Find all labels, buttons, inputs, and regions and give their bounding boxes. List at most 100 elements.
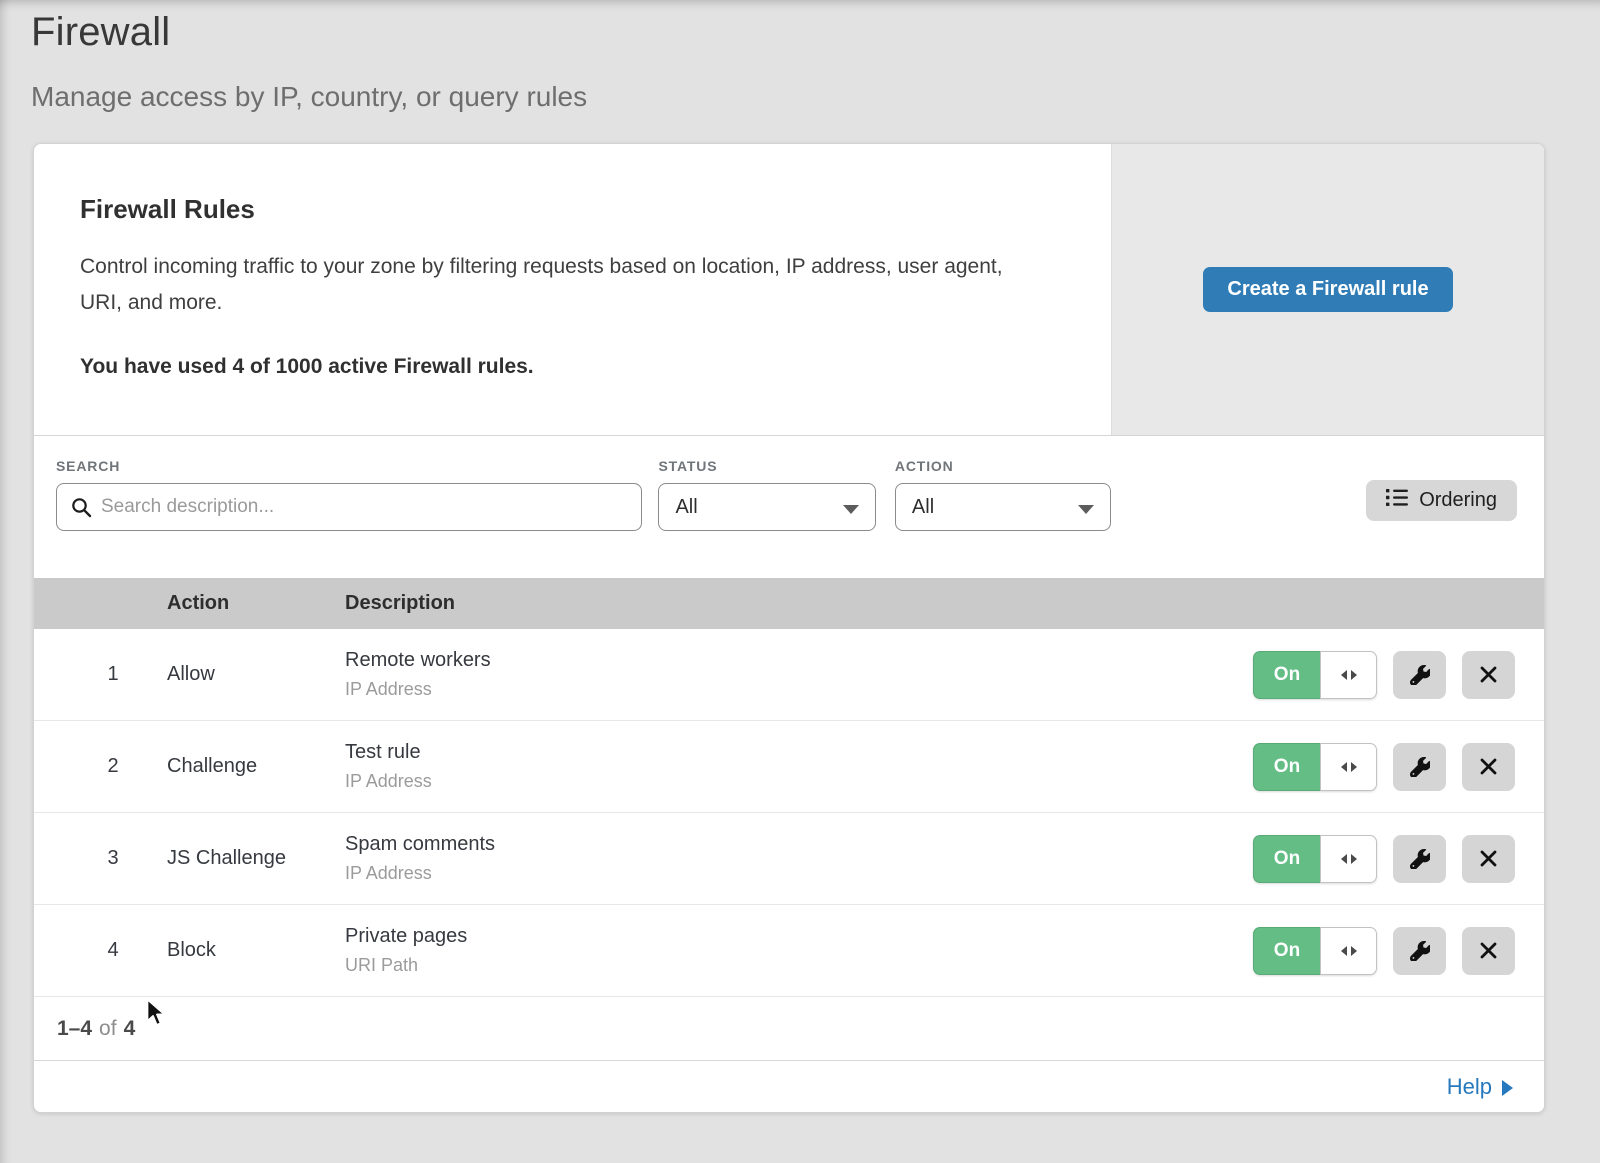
rule-description-cell: Private pages URI Path — [345, 925, 1253, 976]
create-firewall-rule-button[interactable]: Create a Firewall rule — [1203, 267, 1453, 312]
ordering-button[interactable]: Ordering — [1366, 480, 1517, 521]
rule-description-cell: Test rule IP Address — [345, 741, 1253, 792]
table-header: Action Description — [34, 578, 1544, 629]
toggle-handle[interactable] — [1320, 743, 1377, 791]
rule-controls: On — [1253, 927, 1544, 975]
table-row: 3 JS Challenge Spam comments IP Address … — [34, 813, 1544, 905]
status-select[interactable]: All — [658, 483, 876, 531]
rule-match-type: IP Address — [345, 863, 1253, 884]
rule-description: Remote workers — [345, 649, 1253, 672]
action-select[interactable]: All — [895, 483, 1111, 531]
rule-description: Spam comments — [345, 833, 1253, 856]
close-icon — [1479, 849, 1498, 868]
rule-action: Challenge — [167, 755, 345, 778]
wrench-icon — [1410, 849, 1430, 869]
toggle-handle[interactable] — [1320, 651, 1377, 699]
usage-summary: You have used 4 of 1000 active Firewall … — [80, 355, 1071, 379]
ordered-list-icon — [1386, 488, 1408, 513]
toggle-on-label: On — [1253, 927, 1320, 975]
wrench-icon — [1410, 941, 1430, 961]
rule-enabled-toggle[interactable]: On — [1253, 743, 1377, 791]
caret-right-icon — [1502, 1080, 1513, 1096]
firewall-page: Firewall Manage access by IP, country, o… — [0, 0, 1600, 1163]
cta-panel: Create a Firewall rule — [1111, 144, 1544, 435]
left-right-arrows-icon — [1340, 945, 1358, 957]
search-box — [56, 483, 642, 531]
rule-match-type: URI Path — [345, 955, 1253, 976]
delete-rule-button[interactable] — [1462, 743, 1515, 791]
rule-priority: 3 — [34, 847, 167, 870]
search-input[interactable] — [57, 484, 641, 530]
pagination-range: 1–4 — [57, 1017, 92, 1041]
edit-rule-button[interactable] — [1393, 927, 1446, 975]
intro-heading: Firewall Rules — [80, 194, 1071, 225]
rule-description: Private pages — [345, 925, 1253, 948]
rule-match-type: IP Address — [345, 679, 1253, 700]
toggle-handle[interactable] — [1320, 927, 1377, 975]
search-filter-group: SEARCH — [56, 458, 642, 531]
delete-rule-button[interactable] — [1462, 651, 1515, 699]
status-label: STATUS — [658, 458, 876, 474]
close-icon — [1479, 941, 1498, 960]
rule-controls: On — [1253, 835, 1544, 883]
rule-description-cell: Spam comments IP Address — [345, 833, 1253, 884]
firewall-rules-card: Firewall Rules Control incoming traffic … — [33, 143, 1545, 1113]
rule-priority: 1 — [34, 663, 167, 686]
pagination-total: 4 — [124, 1017, 136, 1041]
page-title: Firewall — [31, 10, 1600, 55]
rule-priority: 4 — [34, 939, 167, 962]
help-link-label: Help — [1447, 1074, 1492, 1100]
toggle-on-label: On — [1253, 651, 1320, 699]
action-filter-group: ACTION All — [895, 458, 1111, 531]
close-icon — [1479, 665, 1498, 684]
rule-action: Allow — [167, 663, 345, 686]
status-selected-value: All — [675, 496, 697, 519]
filters-bar: SEARCH STATUS All ACTION All — [34, 436, 1544, 578]
rule-controls: On — [1253, 651, 1544, 699]
delete-rule-button[interactable] — [1462, 927, 1515, 975]
toggle-on-label: On — [1253, 835, 1320, 883]
pagination-of: of — [99, 1017, 117, 1041]
rule-priority: 2 — [34, 755, 167, 778]
intro-description: Control incoming traffic to your zone by… — [80, 249, 1028, 321]
intro-block: Firewall Rules Control incoming traffic … — [34, 144, 1111, 435]
rule-description: Test rule — [345, 741, 1253, 764]
toggle-on-label: On — [1253, 743, 1320, 791]
page-subtitle: Manage access by IP, country, or query r… — [31, 81, 1600, 113]
edit-rule-button[interactable] — [1393, 835, 1446, 883]
toggle-handle[interactable] — [1320, 835, 1377, 883]
wrench-icon — [1410, 757, 1430, 777]
page-header: Firewall Manage access by IP, country, o… — [0, 0, 1600, 113]
edit-rule-button[interactable] — [1393, 651, 1446, 699]
left-right-arrows-icon — [1340, 853, 1358, 865]
card-footer: Help — [34, 1061, 1544, 1112]
rule-action: Block — [167, 939, 345, 962]
search-label: SEARCH — [56, 458, 642, 474]
card-top-section: Firewall Rules Control incoming traffic … — [34, 144, 1544, 436]
rule-enabled-toggle[interactable]: On — [1253, 927, 1377, 975]
table-row: 2 Challenge Test rule IP Address On — [34, 721, 1544, 813]
ordering-button-label: Ordering — [1419, 489, 1497, 512]
rule-description-cell: Remote workers IP Address — [345, 649, 1253, 700]
left-right-arrows-icon — [1340, 669, 1358, 681]
rule-enabled-toggle[interactable]: On — [1253, 835, 1377, 883]
action-column-header: Action — [167, 592, 345, 615]
rule-enabled-toggle[interactable]: On — [1253, 651, 1377, 699]
delete-rule-button[interactable] — [1462, 835, 1515, 883]
chevron-down-icon — [843, 505, 859, 514]
pagination: 1–4 of 4 — [34, 997, 1544, 1061]
status-filter-group: STATUS All — [658, 458, 876, 531]
close-icon — [1479, 757, 1498, 776]
help-link[interactable]: Help — [1447, 1074, 1513, 1100]
action-label: ACTION — [895, 458, 1111, 474]
action-selected-value: All — [912, 496, 934, 519]
table-row: 4 Block Private pages URI Path On — [34, 905, 1544, 997]
edit-rule-button[interactable] — [1393, 743, 1446, 791]
left-right-arrows-icon — [1340, 761, 1358, 773]
table-row: 1 Allow Remote workers IP Address On — [34, 629, 1544, 721]
rule-action: JS Challenge — [167, 847, 345, 870]
search-icon — [71, 497, 92, 523]
chevron-down-icon — [1078, 505, 1094, 514]
wrench-icon — [1410, 665, 1430, 685]
description-column-header: Description — [345, 592, 1544, 615]
